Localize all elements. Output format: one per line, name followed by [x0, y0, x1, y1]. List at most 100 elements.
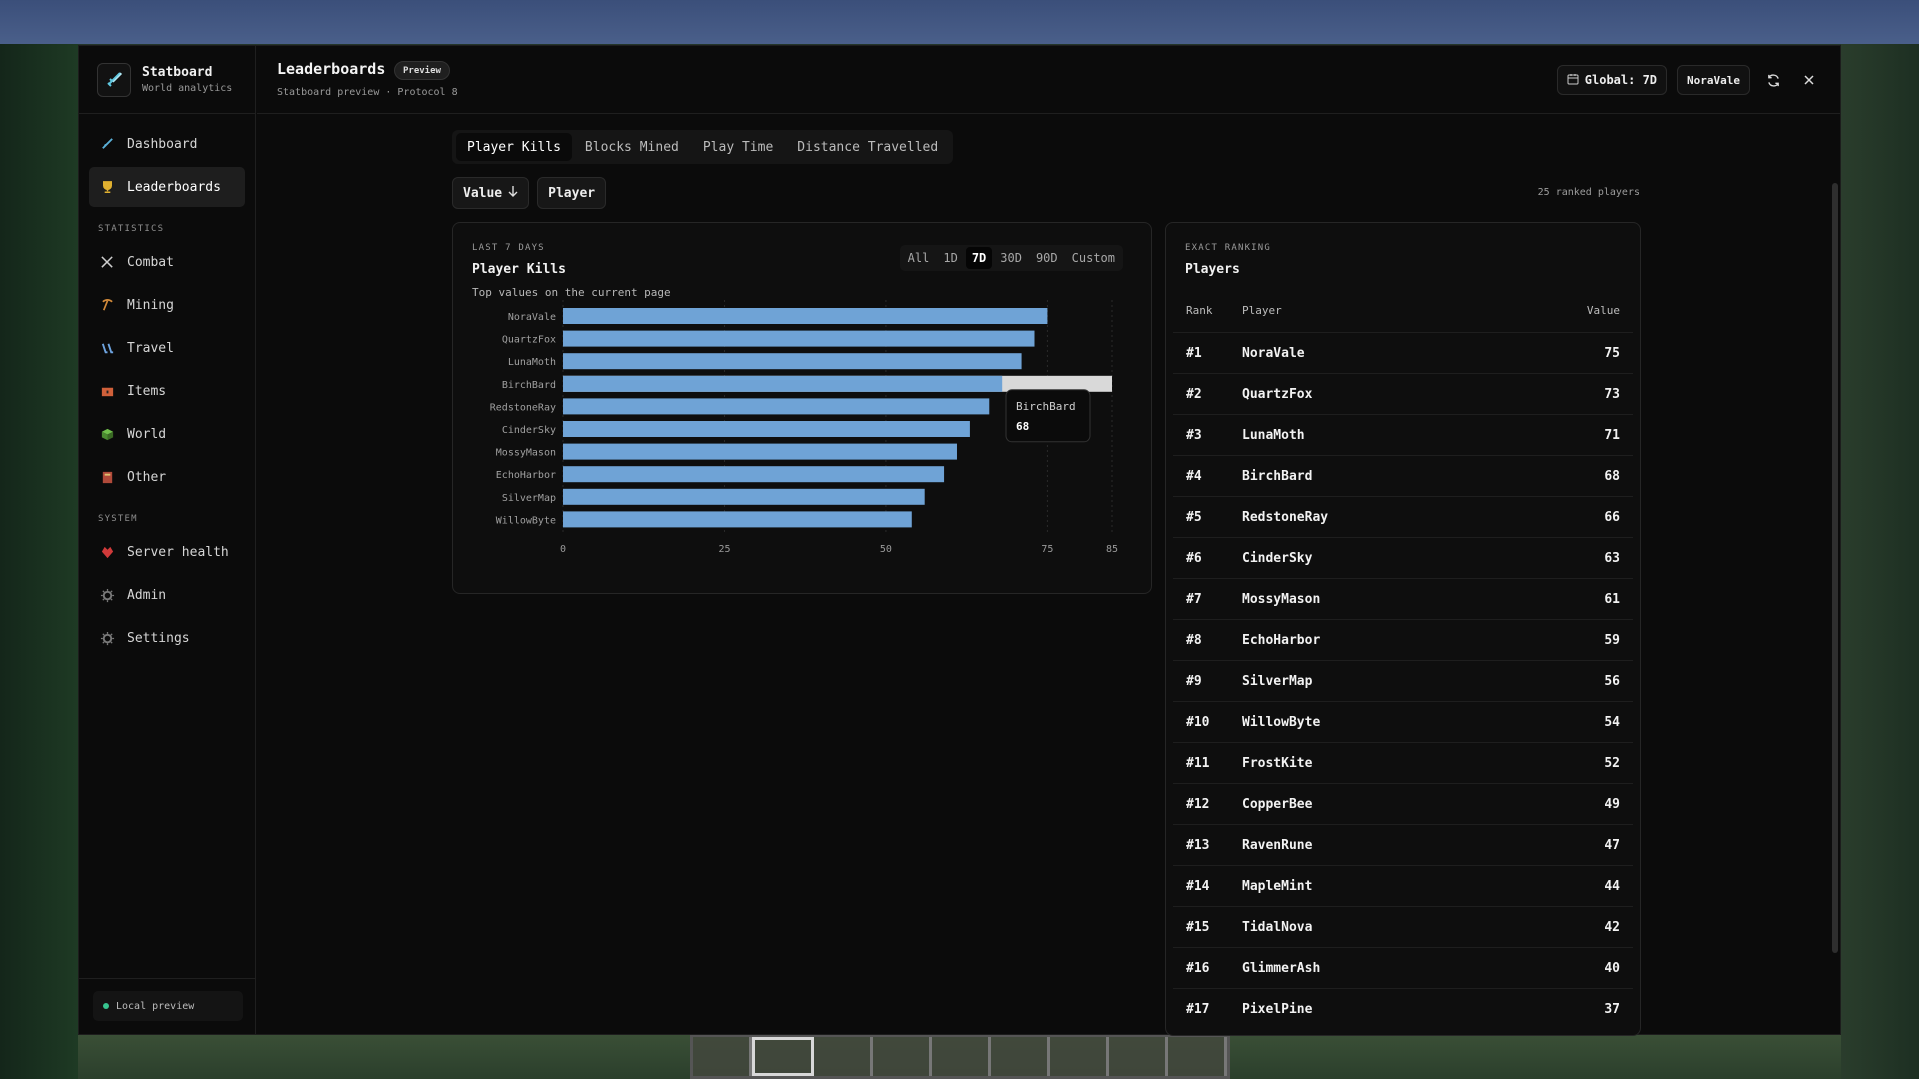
table-row[interactable]: #5 RedstoneRay 66: [1173, 496, 1633, 537]
tab-distance-travelled[interactable]: Distance Travelled: [786, 133, 949, 161]
trophy-icon: [99, 179, 115, 195]
player-cell: GlimmerAsh: [1242, 961, 1321, 976]
player-cell: RedstoneRay: [1242, 510, 1329, 525]
sort-value-label: Value: [463, 185, 503, 201]
table-row[interactable]: #13 RavenRune 47: [1173, 824, 1633, 865]
rank-cell: #8: [1186, 633, 1202, 648]
sidebar-section-heading: STATISTICS: [98, 224, 165, 234]
bar[interactable]: [563, 353, 1022, 370]
sidebar-item-combat[interactable]: Combat: [89, 242, 245, 282]
player-cell: RavenRune: [1242, 838, 1313, 853]
table-row[interactable]: #16 GlimmerAsh 40: [1173, 947, 1633, 988]
sort-by-value-button[interactable]: Value: [452, 177, 530, 209]
table-row[interactable]: #15 TidalNova 42: [1173, 906, 1633, 947]
stat-tabs: Player Kills Blocks Mined Play Time Distanc…: [452, 130, 954, 164]
preview-badge: Preview: [394, 61, 450, 80]
bar[interactable]: [563, 466, 945, 483]
rank-cell: #12: [1186, 797, 1210, 812]
y-category-label: EchoHarbor: [496, 470, 556, 481]
y-category-label: MossyMason: [496, 448, 556, 459]
bar[interactable]: [563, 488, 925, 505]
sidebar-item-world[interactable]: World: [89, 414, 245, 454]
table-row[interactable]: #7 MossyMason 61: [1173, 578, 1633, 619]
gear-icon: [99, 630, 115, 646]
local-preview-status: Local preview: [93, 991, 243, 1021]
sidebar-item-settings[interactable]: Settings: [89, 618, 245, 658]
bar[interactable]: [563, 398, 990, 415]
statboard-window: Statboard World analytics Dashboard Leade…: [78, 45, 1841, 1036]
table-row[interactable]: #11 FrostKite 52: [1173, 742, 1633, 783]
table-row[interactable]: #9 SilverMap 56: [1173, 660, 1633, 701]
table-row[interactable]: #4 BirchBard 68: [1173, 455, 1633, 496]
global-range-button[interactable]: Global: 7D: [1556, 65, 1668, 95]
sidebar-item-label: World: [127, 426, 167, 442]
player-cell: LunaMoth: [1242, 428, 1305, 443]
player-cell: BirchBard: [1242, 469, 1313, 484]
rank-cell: #7: [1186, 592, 1202, 607]
column-value: Value: [1586, 304, 1620, 317]
refresh-icon[interactable]: [1760, 65, 1786, 95]
value-cell: 75: [1604, 346, 1620, 361]
table-row[interactable]: #17 PixelPine 37: [1173, 988, 1633, 1029]
bar[interactable]: [563, 511, 912, 528]
table-row[interactable]: #8 EchoHarbor 59: [1173, 619, 1633, 660]
tab-play-time[interactable]: Play Time: [692, 133, 784, 161]
sidebar-item-dashboard[interactable]: Dashboard: [89, 124, 245, 164]
bar[interactable]: [563, 375, 1003, 392]
value-cell: 56: [1604, 674, 1620, 689]
value-cell: 73: [1604, 387, 1620, 402]
sidebar-item-other[interactable]: Other: [89, 457, 245, 497]
sidebar-footer: Local preview: [79, 978, 255, 1034]
main-scrollbar[interactable]: [1832, 183, 1838, 953]
column-rank: Rank: [1186, 304, 1213, 317]
sidebar-item-leaderboards[interactable]: Leaderboards: [89, 167, 245, 207]
sidebar-section-heading: SYSTEM: [98, 514, 138, 524]
bar[interactable]: [563, 421, 970, 437]
rank-cell: #9: [1186, 674, 1202, 689]
main-content: Player Kills Blocks Mined Play Time Distanc…: [257, 115, 1840, 1036]
brand: Statboard World analytics: [79, 46, 255, 114]
rank-cell: #10: [1186, 715, 1210, 730]
sidebar-item-server-health[interactable]: Server health: [89, 532, 245, 572]
x-tick-label: 50: [880, 544, 892, 555]
player-cell: CopperBee: [1242, 797, 1313, 812]
rank-cell: #17: [1186, 1002, 1210, 1017]
sidebar-item-mining[interactable]: Mining: [89, 285, 245, 325]
chart-tooltip: [1005, 389, 1091, 443]
rank-cell: #5: [1186, 510, 1202, 525]
sidebar-item-label: Server health: [127, 544, 229, 560]
rank-cell: #15: [1186, 920, 1210, 935]
bar[interactable]: [563, 308, 1048, 324]
rank-cell: #2: [1186, 387, 1202, 402]
bar[interactable]: [563, 443, 957, 460]
rank-cell: #13: [1186, 838, 1210, 853]
table-row[interactable]: #10 WillowByte 54: [1173, 701, 1633, 742]
table-row[interactable]: #12 CopperBee 49: [1173, 783, 1633, 824]
sidebar-item-items[interactable]: Items: [89, 371, 245, 411]
sidebar-item-label: Travel: [127, 340, 174, 356]
user-button[interactable]: NoraVale: [1677, 65, 1750, 95]
table-row[interactable]: #2 QuartzFox 73: [1173, 373, 1633, 414]
arrow-down-icon: [508, 185, 518, 201]
tab-player-kills[interactable]: Player Kills: [456, 133, 572, 161]
boots-icon: [99, 340, 115, 356]
value-cell: 40: [1604, 961, 1620, 976]
close-icon[interactable]: [1796, 65, 1822, 95]
grass-block-icon: [99, 426, 115, 442]
sidebar-item-travel[interactable]: Travel: [89, 328, 245, 368]
sidebar-item-label: Mining: [127, 297, 174, 313]
table-row[interactable]: #14 MapleMint 44: [1173, 865, 1633, 906]
tooltip-name: BirchBard: [1016, 400, 1076, 413]
player-cell: PixelPine: [1242, 1002, 1313, 1017]
table-eyebrow: EXACT RANKING: [1185, 243, 1272, 253]
value-cell: 63: [1604, 551, 1620, 566]
table-row[interactable]: #6 CinderSky 63: [1173, 537, 1633, 578]
bar[interactable]: [563, 330, 1035, 347]
table-row[interactable]: #3 LunaMoth 71: [1173, 414, 1633, 455]
y-category-label: LunaMoth: [508, 357, 556, 368]
sort-by-player-button[interactable]: Player: [537, 177, 607, 209]
tab-blocks-mined[interactable]: Blocks Mined: [574, 133, 690, 161]
player-cell: NoraVale: [1242, 346, 1305, 361]
sidebar-item-admin[interactable]: Admin: [89, 575, 245, 615]
table-row[interactable]: #1 NoraVale 75: [1173, 332, 1633, 373]
